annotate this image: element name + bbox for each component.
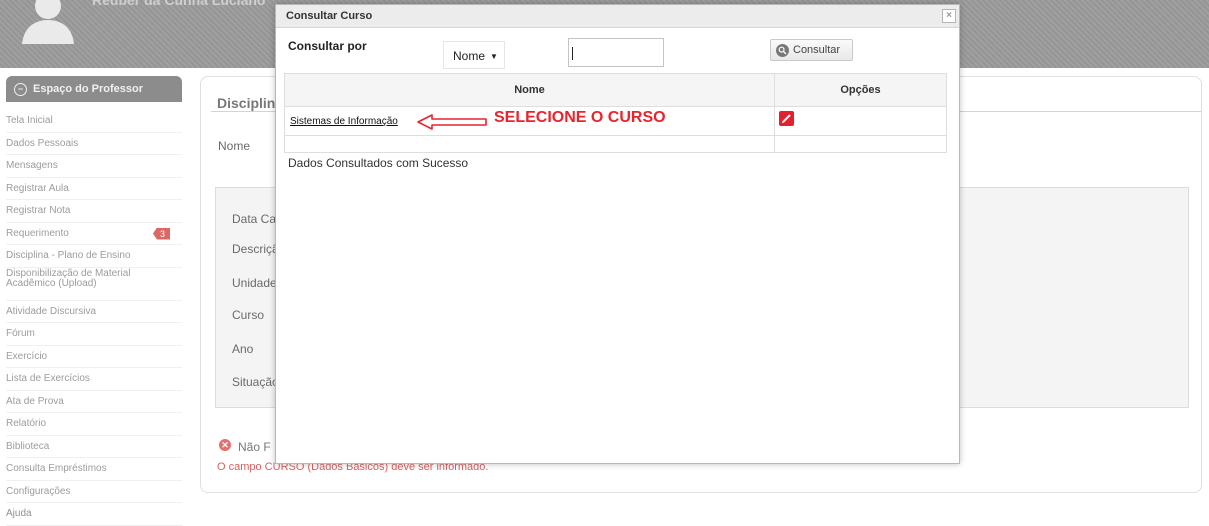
dialog-titlebar: Consultar Curso × — [276, 5, 959, 28]
error-title: Não F — [238, 440, 271, 454]
search-input[interactable] — [568, 38, 664, 67]
sidebar-item-ajuda[interactable]: Ajuda — [6, 503, 182, 526]
sidebar-item-requerimento[interactable]: Requerimento 3 — [6, 223, 182, 245]
notification-badge: 3 — [152, 227, 170, 240]
sidebar-item-registrar-aula[interactable]: Registrar Aula — [6, 178, 182, 200]
collapse-icon: − — [14, 82, 27, 96]
sidebar-item-label: Fórum — [6, 328, 35, 339]
field-label-unidade: Unidade — [232, 276, 277, 290]
chevron-down-icon: ▼ — [490, 52, 498, 61]
field-label-situacao: Situação — [232, 375, 279, 389]
text-cursor — [572, 47, 573, 60]
sidebar-item-label: Disponibilização de Material Acadêmico (… — [6, 267, 131, 289]
sidebar-item-label: Configurações — [6, 485, 71, 497]
select-value: Nome — [453, 49, 486, 63]
sidebar-item-atividade-discursiva[interactable]: Atividade Discursiva — [6, 301, 182, 323]
sidebar-item-configuracoes[interactable]: Configurações — [6, 481, 182, 503]
sidebar-item-label: Atividade Discursiva — [6, 305, 97, 317]
sidebar-item-label: Requerimento — [6, 227, 69, 239]
table-header-row: Nome Opções — [284, 73, 947, 107]
sidebar-item-material-upload[interactable]: Disponibilização de Material Acadêmico (… — [6, 268, 182, 301]
field-label-ano: Ano — [232, 342, 254, 356]
nome-label: Nome — [218, 139, 251, 153]
sidebar-item-label: Ajuda — [6, 508, 32, 519]
sidebar-item-label: Biblioteca — [6, 440, 50, 452]
sidebar-item-label: Lista de Exercícios — [6, 373, 90, 384]
sidebar-item-biblioteca[interactable]: Biblioteca — [6, 436, 182, 458]
sidebar-item-label: Dados Pessoais — [6, 137, 79, 149]
table-cell-opcoes — [774, 106, 947, 136]
sidebar-item-ata-de-prova[interactable]: Ata de Prova — [6, 391, 182, 413]
sidebar-item-mensagens[interactable]: Mensagens — [6, 155, 182, 178]
user-name: Reuber da Cunha Luciano — [92, 0, 266, 8]
sidebar-title: Espaço do Professor — [33, 83, 144, 95]
course-link[interactable]: Sistemas de Informação — [286, 116, 398, 127]
table-row-empty — [284, 135, 947, 153]
sidebar-menu: Tela Inicial Dados Pessoais Mensagens Re… — [6, 110, 182, 526]
sidebar-item-label: Disciplina - Plano de Ensino — [6, 250, 131, 261]
column-header-nome: Nome — [284, 73, 775, 107]
sidebar-item-exercicio[interactable]: Exercício — [6, 346, 182, 368]
sidebar-item-label: Relatório — [6, 418, 47, 429]
sidebar-item-label: Exercício — [6, 350, 48, 362]
consultar-label: Consultar — [793, 44, 841, 56]
sidebar-item-label: Ata de Prova — [6, 395, 64, 407]
sidebar-item-label: Mensagens — [6, 160, 58, 171]
search-field-select[interactable]: Nome ▼ — [443, 41, 505, 69]
sidebar-item-label: Registrar Aula — [6, 182, 69, 194]
consultar-curso-dialog: Consultar Curso × Consultar por Nome ▼ Co… — [275, 4, 960, 464]
user-avatar-icon — [22, 0, 74, 44]
sidebar-item-tela-inicial[interactable]: Tela Inicial — [6, 110, 182, 133]
left-arrow-annotation-icon — [417, 114, 487, 130]
page-title: Disciplin — [217, 95, 276, 111]
close-icon[interactable]: × — [942, 9, 956, 23]
table-cell-empty — [284, 135, 775, 153]
search-by-label: Consultar por — [288, 39, 367, 53]
consultar-button[interactable]: Consultar — [770, 39, 853, 61]
sidebar-item-forum[interactable]: Fórum — [6, 323, 182, 346]
sidebar-item-consulta-emprestimos[interactable]: Consulta Empréstimos — [6, 458, 182, 481]
status-message: Dados Consultados com Sucesso — [288, 156, 469, 170]
dialog-title: Consultar Curso — [286, 10, 373, 22]
sidebar-item-registrar-nota[interactable]: Registrar Nota — [6, 200, 182, 223]
column-header-opcoes: Opções — [774, 73, 947, 107]
sidebar-item-dados-pessoais[interactable]: Dados Pessoais — [6, 133, 182, 155]
sidebar-item-label: Registrar Nota — [6, 205, 71, 216]
sidebar-item-label: Consulta Empréstimos — [6, 463, 107, 474]
sidebar-item-label: Tela Inicial — [6, 115, 53, 126]
table-cell-empty — [774, 135, 947, 153]
sidebar-item-relatorio[interactable]: Relatório — [6, 413, 182, 436]
pencil-icon — [782, 113, 791, 123]
sidebar: − Espaço do Professor Tela Inicial Dados… — [6, 76, 182, 526]
field-label-curso: Curso — [232, 308, 265, 322]
field-label-descricao: Descriçã — [232, 242, 279, 256]
search-icon — [776, 43, 789, 57]
select-course-button[interactable] — [779, 110, 794, 126]
sidebar-item-plano-de-ensino[interactable]: Disciplina - Plano de Ensino — [6, 245, 182, 268]
error-icon: ✕ — [219, 439, 231, 451]
sidebar-header[interactable]: − Espaço do Professor — [6, 76, 182, 102]
sidebar-item-lista-exercicios[interactable]: Lista de Exercícios — [6, 368, 182, 391]
annotation-text: SELECIONE O CURSO — [494, 109, 666, 126]
